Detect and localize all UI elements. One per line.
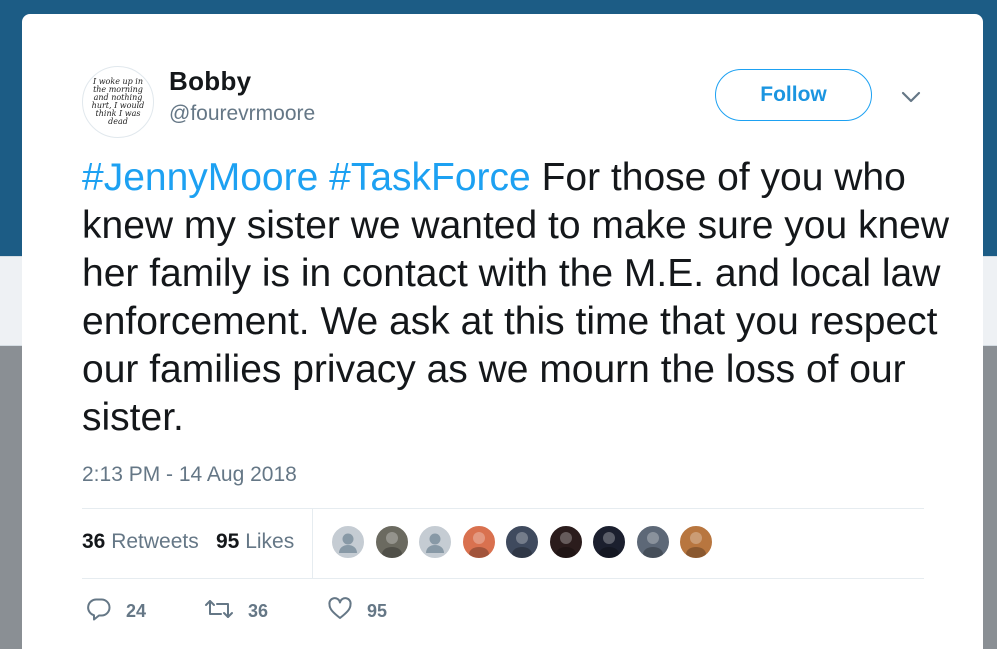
default-profile-icon [426, 533, 444, 553]
like-button[interactable]: 95 [327, 596, 387, 626]
avatar[interactable]: I woke up in the morning and nothing hur… [82, 66, 154, 138]
reply-count: 24 [126, 600, 147, 621]
author-name[interactable]: Bobby [169, 66, 251, 97]
divider [312, 508, 313, 578]
liker-avatar[interactable] [504, 524, 540, 560]
profile-photo [599, 532, 619, 558]
hashtag-link[interactable]: #TaskForce [329, 156, 531, 199]
liker-avatar[interactable] [634, 524, 671, 560]
liker-avatar[interactable] [591, 524, 627, 560]
profile-photo [468, 532, 489, 558]
tweet-card: I woke up in the morning and nothing hur… [22, 14, 983, 649]
tweet-text: #JennyMoore #TaskForce For those of you … [82, 154, 952, 442]
likes-label: Likes [245, 530, 295, 553]
like-count: 95 [367, 600, 388, 621]
liker-avatar[interactable] [547, 524, 584, 560]
retweet-count: 36 [248, 600, 269, 621]
avatar-image-text: I woke up in the morning and nothing hur… [91, 77, 145, 126]
liker-avatar[interactable] [417, 524, 453, 560]
reply-icon [86, 596, 112, 627]
profile-photo [642, 532, 663, 558]
tweet-timestamp[interactable]: 2:13 PM - 14 Aug 2018 [82, 463, 297, 487]
heart-icon [327, 596, 353, 627]
likes-count: 95 [216, 530, 240, 553]
default-profile-icon [339, 533, 357, 553]
profile-photo [686, 532, 706, 558]
author-handle[interactable]: @fourevrmoore [169, 102, 315, 126]
chevron-down-icon[interactable] [898, 84, 924, 110]
divider [82, 578, 924, 579]
profile-photo [555, 532, 576, 558]
hashtag-link[interactable]: #JennyMoore [82, 156, 318, 199]
divider [82, 508, 924, 509]
liker-avatar[interactable] [678, 524, 714, 560]
liker-avatar[interactable] [460, 524, 497, 560]
liker-avatar[interactable] [330, 524, 366, 560]
retweets-count: 36 [82, 530, 106, 553]
retweet-button[interactable]: 36 [204, 596, 268, 626]
follow-button[interactable]: Follow [715, 69, 872, 121]
likes-stat[interactable]: 95 Likes [216, 530, 294, 554]
retweets-label: Retweets [111, 530, 199, 553]
liker-avatar[interactable] [373, 524, 410, 560]
retweet-icon [204, 596, 234, 627]
reply-button[interactable]: 24 [86, 596, 146, 626]
retweets-stat[interactable]: 36 Retweets [82, 530, 199, 554]
profile-photo [381, 532, 402, 558]
profile-photo [512, 532, 532, 558]
